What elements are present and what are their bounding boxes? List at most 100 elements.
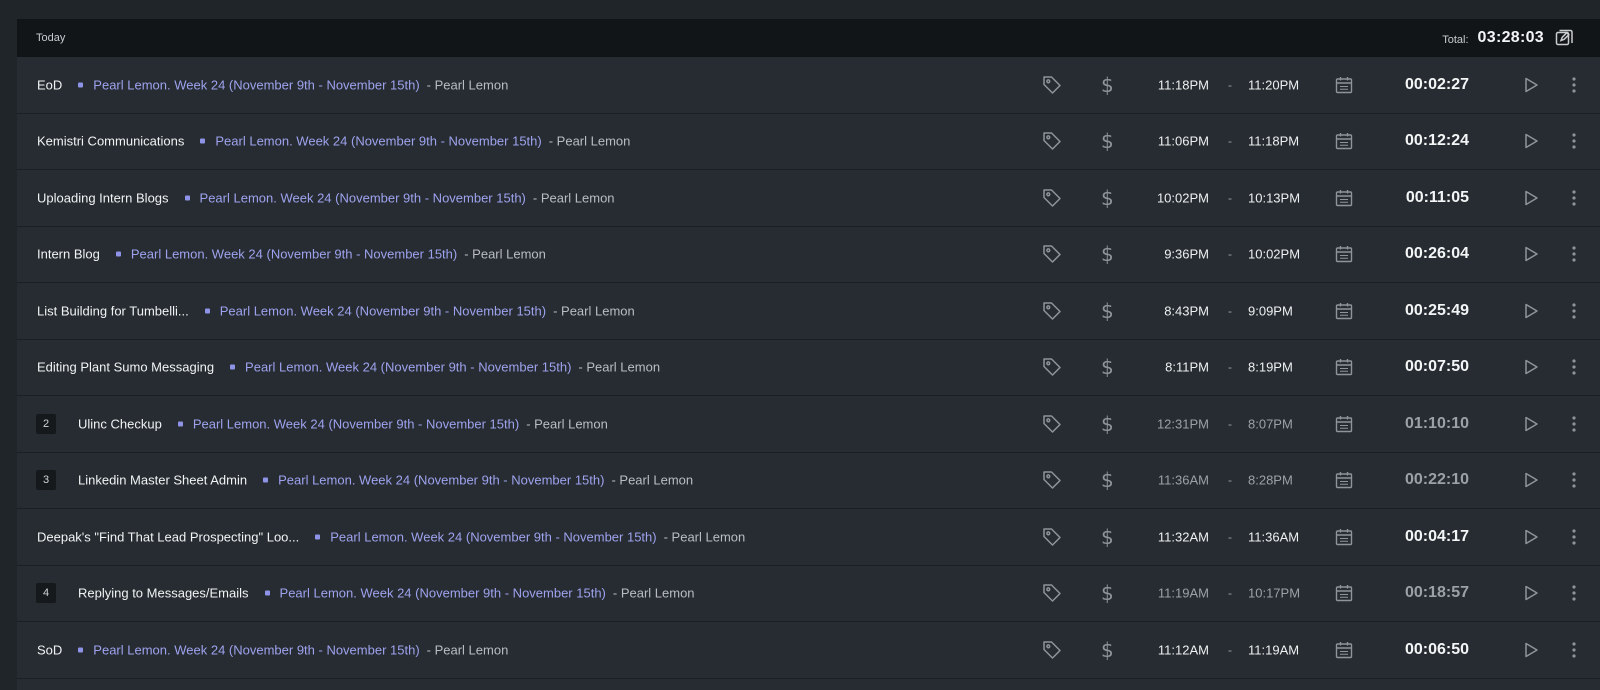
entry-duration[interactable]: 00:18:57 [1389, 584, 1469, 602]
tag-icon[interactable] [1041, 243, 1063, 265]
more-vertical-icon[interactable] [1571, 640, 1577, 660]
entry-description[interactable]: Linkedin Master Sheet Admin [78, 473, 247, 488]
entry-duration[interactable]: 00:04:17 [1389, 528, 1469, 546]
dollar-icon[interactable]: $ [1101, 242, 1114, 266]
more-vertical-icon[interactable] [1571, 527, 1577, 547]
entry-duration[interactable]: 00:02:27 [1389, 76, 1469, 94]
time-entry-row[interactable]: 4 Replying to Messages/Emails Pearl Lemo… [17, 565, 1600, 622]
group-count-badge[interactable]: 4 [36, 583, 56, 604]
play-icon[interactable] [1522, 471, 1540, 489]
more-vertical-icon[interactable] [1571, 583, 1577, 603]
end-time[interactable]: 10:13PM [1248, 190, 1300, 205]
more-vertical-icon[interactable] [1571, 470, 1577, 490]
time-entry-row[interactable]: Kemistri Communications Pearl Lemon. Wee… [17, 113, 1600, 170]
project-picker[interactable]: Pearl Lemon. Week 24 (November 9th - Nov… [264, 586, 695, 601]
calendar-icon[interactable] [1334, 640, 1354, 660]
entry-duration[interactable]: 00:26:04 [1389, 245, 1469, 263]
calendar-icon[interactable] [1334, 131, 1354, 151]
calendar-icon[interactable] [1334, 188, 1354, 208]
time-entry-row[interactable]: Deepak's "Find That Lead Prospecting" Lo… [17, 509, 1600, 566]
tag-icon[interactable] [1041, 300, 1063, 322]
end-time[interactable]: 11:19AM [1248, 642, 1299, 657]
project-picker[interactable]: Pearl Lemon. Week 24 (November 9th - Nov… [204, 303, 635, 318]
start-time[interactable]: 11:32AM [1127, 529, 1209, 544]
project-picker[interactable]: Pearl Lemon. Week 24 (November 9th - Nov… [115, 247, 546, 262]
calendar-icon[interactable] [1334, 301, 1354, 321]
calendar-icon[interactable] [1334, 244, 1354, 264]
tag-icon[interactable] [1041, 469, 1063, 491]
time-entry-row[interactable]: SoD Pearl Lemon. Week 24 (November 9th -… [17, 622, 1600, 679]
start-time[interactable]: 8:43PM [1127, 303, 1209, 318]
calendar-icon[interactable] [1334, 357, 1354, 377]
project-picker[interactable]: Pearl Lemon. Week 24 (November 9th - Nov… [263, 473, 693, 488]
dollar-icon[interactable]: $ [1101, 638, 1114, 662]
entry-description[interactable]: Intern Blog [37, 247, 100, 262]
dollar-icon[interactable]: $ [1101, 412, 1114, 436]
start-time[interactable]: 10:02PM [1127, 190, 1209, 205]
entry-description[interactable]: Kemistri Communications [37, 134, 184, 149]
tag-icon[interactable] [1041, 74, 1063, 96]
entry-description[interactable]: List Building for Tumbelli... [37, 303, 189, 318]
entry-description[interactable]: SoD [37, 642, 62, 657]
project-picker[interactable]: Pearl Lemon. Week 24 (November 9th - Nov… [184, 190, 615, 205]
time-entry-row[interactable]: Uploading Intern Blogs Pearl Lemon. Week… [17, 170, 1600, 227]
project-picker[interactable]: Pearl Lemon. Week 24 (November 9th - Nov… [200, 134, 630, 149]
calendar-icon[interactable] [1334, 470, 1354, 490]
more-vertical-icon[interactable] [1571, 244, 1577, 264]
time-entry-row[interactable]: Editing Plant Sumo Messaging Pearl Lemon… [17, 339, 1600, 396]
tag-icon[interactable] [1041, 130, 1063, 152]
calendar-icon[interactable] [1334, 75, 1354, 95]
project-picker[interactable]: Pearl Lemon. Week 24 (November 9th - Nov… [177, 416, 608, 431]
more-vertical-icon[interactable] [1571, 188, 1577, 208]
time-entry-row[interactable]: 3 Linkedin Master Sheet Admin Pearl Lemo… [17, 452, 1600, 509]
group-count-badge[interactable]: 2 [36, 413, 56, 434]
tag-icon[interactable] [1041, 639, 1063, 661]
play-icon[interactable] [1522, 302, 1540, 320]
start-time[interactable]: 11:18PM [1127, 77, 1209, 92]
play-icon[interactable] [1522, 132, 1540, 150]
entry-duration[interactable]: 01:10:10 [1389, 415, 1469, 433]
entry-description[interactable]: Uploading Intern Blogs [37, 190, 169, 205]
play-icon[interactable] [1522, 245, 1540, 263]
start-time[interactable]: 9:36PM [1127, 247, 1209, 262]
entry-duration[interactable]: 00:22:10 [1389, 471, 1469, 489]
calendar-icon[interactable] [1334, 527, 1354, 547]
end-time[interactable]: 9:09PM [1248, 303, 1293, 318]
start-time[interactable]: 8:11PM [1127, 360, 1209, 375]
calendar-icon[interactable] [1334, 414, 1354, 434]
more-vertical-icon[interactable] [1571, 414, 1577, 434]
time-entry-row[interactable]: EoD Pearl Lemon. Week 24 (November 9th -… [17, 57, 1600, 114]
more-vertical-icon[interactable] [1571, 75, 1577, 95]
end-time[interactable]: 11:18PM [1248, 134, 1299, 149]
dollar-icon[interactable]: $ [1101, 186, 1114, 210]
start-time[interactable]: 11:12AM [1127, 642, 1209, 657]
start-time[interactable]: 11:19AM [1127, 586, 1209, 601]
time-entry-row[interactable]: Intern Blog Pearl Lemon. Week 24 (Novemb… [17, 226, 1600, 283]
more-vertical-icon[interactable] [1571, 357, 1577, 377]
tag-icon[interactable] [1041, 582, 1063, 604]
dollar-icon[interactable]: $ [1101, 581, 1114, 605]
end-time[interactable]: 11:36AM [1248, 529, 1299, 544]
dollar-icon[interactable]: $ [1101, 468, 1114, 492]
dollar-icon[interactable]: $ [1101, 355, 1114, 379]
end-time[interactable]: 8:28PM [1248, 473, 1293, 488]
end-time[interactable]: 8:07PM [1248, 416, 1293, 431]
entry-description[interactable]: EoD [37, 77, 62, 92]
entry-duration[interactable]: 00:11:05 [1389, 189, 1469, 207]
more-vertical-icon[interactable] [1571, 301, 1577, 321]
entry-description[interactable]: Deepak's "Find That Lead Prospecting" Lo… [37, 529, 299, 544]
project-picker[interactable]: Pearl Lemon. Week 24 (November 9th - Nov… [78, 77, 508, 92]
end-time[interactable]: 8:19PM [1248, 360, 1293, 375]
entry-duration[interactable]: 00:25:49 [1389, 302, 1469, 320]
start-time[interactable]: 12:31PM [1127, 416, 1209, 431]
project-picker[interactable]: Pearl Lemon. Week 24 (November 9th - Nov… [78, 642, 508, 657]
play-icon[interactable] [1522, 358, 1540, 376]
dollar-icon[interactable]: $ [1101, 129, 1114, 153]
entry-duration[interactable]: 00:07:50 [1389, 358, 1469, 376]
play-icon[interactable] [1522, 528, 1540, 546]
more-vertical-icon[interactable] [1571, 131, 1577, 151]
dollar-icon[interactable]: $ [1101, 299, 1114, 323]
start-time[interactable]: 11:36AM [1127, 473, 1209, 488]
tag-icon[interactable] [1041, 187, 1063, 209]
entry-description[interactable]: Ulinc Checkup [78, 416, 162, 431]
